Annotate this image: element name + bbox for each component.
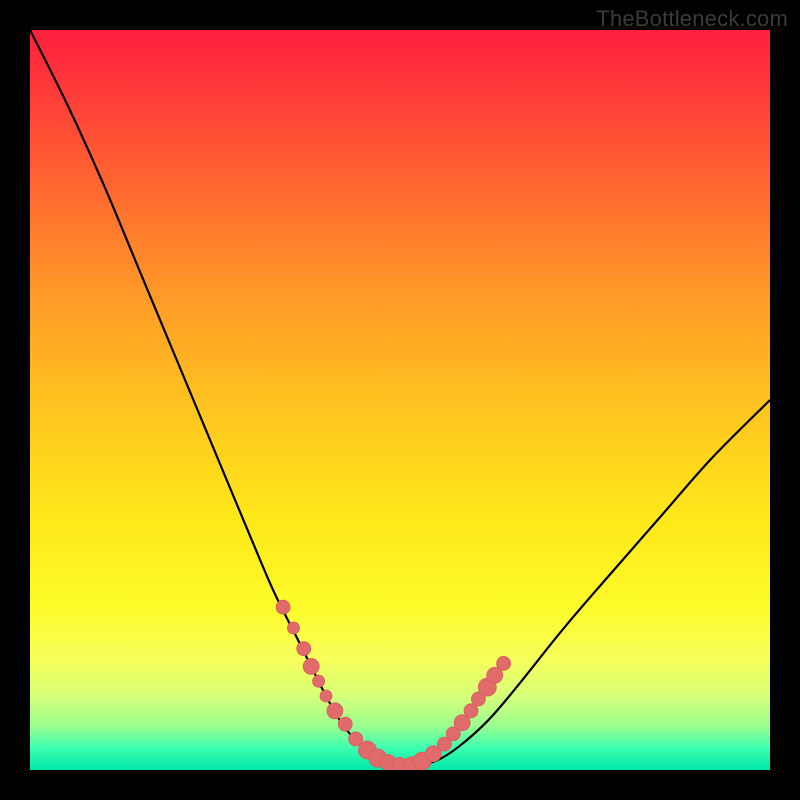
curve-marker [287,622,299,634]
plot-area [30,30,770,770]
curve-marker [320,690,332,702]
curve-marker [297,642,311,656]
chart-frame: TheBottleneck.com [0,0,800,800]
curve-marker [303,658,319,674]
curve-layer [30,30,770,770]
curve-marker [276,600,290,614]
curve-marker [338,717,352,731]
curve-marker [327,703,343,719]
marker-group [276,600,511,770]
bottleneck-curve [30,30,770,766]
curve-marker [497,656,511,670]
curve-marker [313,675,325,687]
watermark-text: TheBottleneck.com [596,6,788,32]
